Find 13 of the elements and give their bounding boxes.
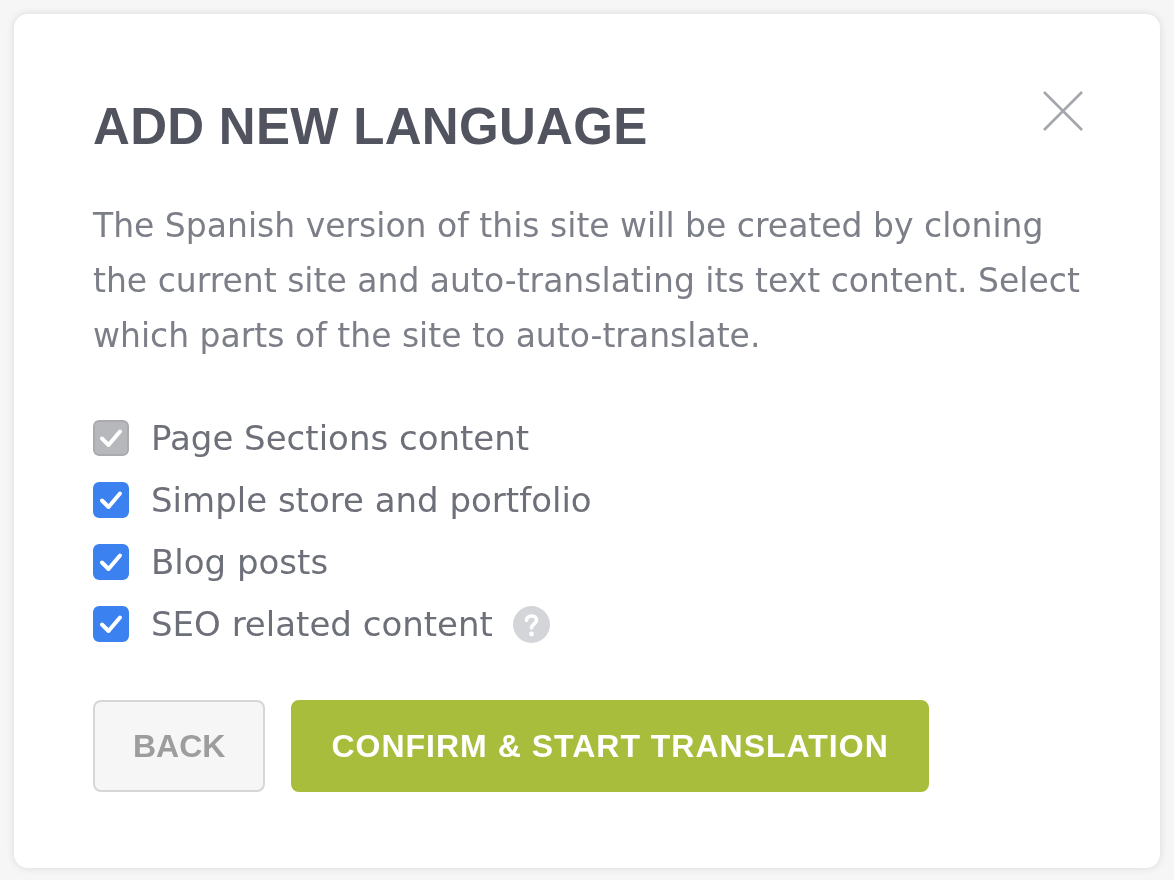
checkbox[interactable] — [93, 606, 129, 642]
option-label: Blog posts — [151, 540, 329, 584]
close-button[interactable] — [1042, 90, 1084, 132]
option-label: Page Sections content — [151, 416, 530, 460]
option-label: Simple store and portfolio — [151, 478, 592, 522]
dialog-title: ADD NEW LANGUAGE — [93, 98, 648, 156]
option-label: SEO related content — [151, 602, 493, 646]
close-icon — [1042, 90, 1084, 132]
confirm-button[interactable]: CONFIRM & START TRANSLATION — [291, 700, 929, 792]
checkbox[interactable] — [93, 544, 129, 580]
checkbox[interactable] — [93, 482, 129, 518]
dialog-description: The Spanish version of this site will be created by cloning the current site and auto-translating its text content. Select which parts of the site to auto-translate. — [93, 205, 1081, 357]
back-button[interactable]: BACK — [93, 700, 266, 792]
